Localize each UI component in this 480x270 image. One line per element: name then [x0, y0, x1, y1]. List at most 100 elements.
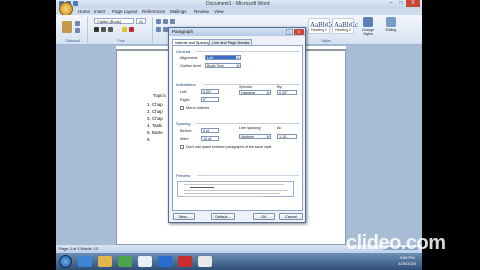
style-heading-2[interactable]: AaBbCc Heading 2 [332, 18, 358, 34]
media-player-icon[interactable] [118, 256, 132, 267]
before-label: Before: [180, 129, 193, 133]
underline-icon[interactable] [108, 27, 113, 32]
clipboard-label: Clipboard [65, 39, 80, 43]
tab-view[interactable]: View [214, 9, 224, 14]
align-left-icon[interactable] [156, 27, 161, 32]
multilevel-list-icon[interactable] [170, 19, 175, 24]
bullets-icon[interactable] [156, 19, 161, 24]
paint-icon[interactable] [198, 256, 212, 267]
font-color-icon[interactable] [129, 27, 134, 32]
font-size-select[interactable]: 11 [136, 18, 146, 24]
right-indent-input[interactable]: 0" [201, 97, 219, 102]
dont-add-space-label: Don't add space between paragraphs of th… [186, 145, 272, 149]
spacing-section-label: Spacing [176, 121, 191, 126]
italic-icon[interactable] [101, 27, 106, 32]
right-indent-value: 0" [203, 98, 207, 102]
tab-references[interactable]: References [142, 9, 165, 14]
close-button[interactable]: X [406, 0, 420, 7]
divider [195, 123, 299, 124]
mirror-indents-checkbox[interactable] [180, 106, 184, 110]
left-indent-input[interactable]: 0.25" [201, 89, 219, 94]
after-label: After: [180, 137, 190, 141]
chevron-down-icon: ▾ [236, 64, 240, 68]
editing-label: Editing [385, 28, 397, 32]
chevron-down-icon: ▾ [236, 56, 240, 60]
word-window: Document1 - Microsoft Word – □ X Home In… [56, 0, 422, 270]
copy-icon[interactable] [75, 28, 80, 33]
change-styles-label: Change Styles [361, 28, 375, 36]
ie-icon[interactable] [78, 256, 92, 267]
editing-button[interactable]: Editing [380, 17, 402, 41]
preview-box [177, 181, 294, 197]
right-indent-label: Right: [180, 98, 190, 102]
black-bar-left [0, 0, 56, 270]
dont-add-space-checkbox[interactable] [180, 145, 184, 149]
dialog-title-bar[interactable]: Paragraph ? X [169, 28, 305, 36]
cancel-button[interactable]: Cancel [279, 213, 303, 220]
change-styles-button[interactable]: Change Styles [360, 17, 376, 41]
pdf-icon[interactable] [178, 256, 192, 267]
divider [195, 51, 299, 52]
at-input[interactable]: 1.15 [277, 134, 297, 139]
default-button[interactable]: Default... [211, 213, 235, 220]
outline-level-select[interactable]: Body Text ▾ [205, 63, 241, 68]
office-button[interactable] [59, 2, 73, 16]
doc-list-item: 4. Taski [147, 123, 163, 128]
preview-line [190, 187, 214, 188]
numbering-icon[interactable] [163, 19, 168, 24]
ribbon-tabs: Home Insert Page Layout References Maili… [56, 2, 422, 16]
special-value: Hanging [241, 91, 256, 95]
doc-heading: Topics [153, 93, 166, 98]
dialog-close-button[interactable]: X [294, 29, 304, 35]
font-name-select[interactable]: Calibri (Body) [94, 18, 134, 24]
clock[interactable]: 3:56 PM 4/26/2020 [398, 255, 416, 267]
tab-mailings[interactable]: Mailings [170, 9, 187, 14]
alignment-select[interactable]: Left ▾ [205, 55, 241, 60]
ok-button[interactable]: OK [253, 213, 275, 220]
alignment-value: Left [207, 56, 214, 60]
tab-page-layout[interactable]: Page Layout [112, 9, 137, 14]
redo-icon[interactable] [73, 1, 78, 6]
window-controls: – □ X [386, 0, 420, 7]
font-label: Font [117, 39, 125, 43]
chrome-icon[interactable] [138, 256, 152, 267]
line-spacing-select[interactable]: Multiple ▾ [239, 134, 271, 139]
word-icon[interactable] [158, 256, 172, 267]
tabs-button[interactable]: Tabs... [173, 213, 195, 220]
style-heading-1[interactable]: AaBbCcI Heading 1 [308, 18, 336, 34]
left-indent-value: 0.25" [203, 90, 212, 94]
status-text: Page: 1 of 1 Words: 13 [59, 247, 98, 251]
highlight-icon[interactable] [122, 27, 127, 32]
clock-date: 4/26/2020 [398, 261, 416, 266]
watermark: clideo.com [346, 232, 446, 254]
preview-line [184, 196, 264, 197]
at-value: 1.15 [279, 135, 287, 139]
help-button[interactable]: ? [286, 29, 293, 35]
tab-insert[interactable]: Insert [94, 9, 105, 14]
special-select[interactable]: Hanging ▾ [239, 90, 271, 95]
folder-icon[interactable] [98, 256, 112, 267]
tab-review[interactable]: Review [194, 9, 209, 14]
minimize-button[interactable]: – [386, 0, 396, 7]
bold-icon[interactable] [94, 27, 99, 32]
start-button[interactable] [59, 255, 72, 268]
doc-list-item: 1. Chap [147, 102, 163, 107]
by-input[interactable]: 0.25" [277, 90, 297, 95]
before-input[interactable]: 0 pt [201, 128, 219, 133]
line-spacing-label: Line spacing: [239, 126, 262, 130]
font-group-divider [152, 17, 153, 43]
general-section-label: General [176, 49, 191, 54]
doc-list-item: 5. Barte [147, 130, 163, 135]
binoculars-icon [386, 17, 396, 27]
chevron-down-icon: ▾ [266, 91, 270, 95]
maximize-button[interactable]: □ [396, 0, 406, 7]
chevron-down-icon: ▾ [266, 135, 270, 139]
doc-list-item: 3. Chap [147, 116, 163, 121]
change-styles-icon [363, 17, 373, 27]
paste-icon[interactable] [62, 21, 72, 33]
tab-home[interactable]: Home [78, 9, 90, 14]
after-input[interactable]: 10 pt [201, 136, 219, 141]
black-bar-right [422, 0, 480, 270]
cut-icon[interactable] [75, 21, 80, 26]
outline-level-label: Outline level: [180, 64, 202, 68]
